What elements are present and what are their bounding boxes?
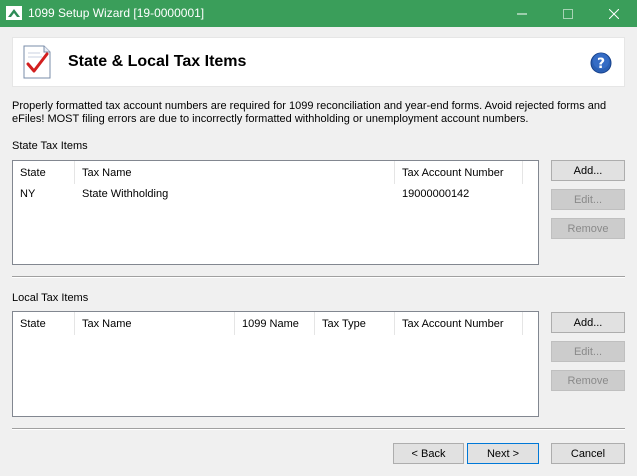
next-button[interactable]: Next >: [467, 443, 539, 464]
state-remove-button[interactable]: Remove: [551, 218, 625, 239]
column-header-tax-account-number[interactable]: Tax Account Number: [395, 312, 523, 335]
state-add-button[interactable]: Add...: [551, 160, 625, 181]
maximize-button[interactable]: [545, 0, 591, 27]
column-header-tax-type[interactable]: Tax Type: [315, 312, 395, 335]
local-add-button[interactable]: Add...: [551, 312, 625, 333]
state-tax-items-label: State Tax Items: [12, 140, 88, 152]
back-button[interactable]: < Back: [393, 443, 464, 464]
row-tax-account-number: 19000000142: [402, 188, 470, 200]
svg-text:?: ?: [597, 56, 605, 72]
app-logo-icon: [6, 6, 22, 20]
title-bar[interactable]: 1099 Setup Wizard [19-0000001]: [0, 0, 637, 27]
cancel-button[interactable]: Cancel: [551, 443, 625, 464]
close-button[interactable]: [591, 0, 637, 27]
checklist-icon: [23, 45, 51, 79]
state-tax-items-list[interactable]: State Tax Name Tax Account Number NY Sta…: [12, 160, 539, 265]
column-header-tax-account-number[interactable]: Tax Account Number: [395, 161, 523, 184]
maximize-icon: [563, 8, 573, 19]
row-state: NY: [20, 188, 36, 200]
column-header-tax-name[interactable]: Tax Name: [75, 312, 235, 335]
minimize-icon: [517, 13, 527, 14]
local-remove-button[interactable]: Remove: [551, 370, 625, 391]
column-header-state[interactable]: State: [13, 312, 75, 335]
intro-text: Properly formatted tax account numbers a…: [12, 100, 607, 125]
minimize-button[interactable]: [499, 0, 545, 27]
footer-divider: [12, 428, 625, 430]
column-header-tax-name[interactable]: Tax Name: [75, 161, 395, 184]
wizard-header: State & Local Tax Items ?: [12, 37, 625, 87]
local-tax-items-label: Local Tax Items: [12, 292, 89, 304]
local-tax-items-list[interactable]: State Tax Name 1099 Name Tax Type Tax Ac…: [12, 311, 539, 417]
state-edit-button[interactable]: Edit...: [551, 189, 625, 210]
row-tax-name: State Withholding: [82, 188, 169, 200]
close-icon: [609, 8, 619, 19]
page-title: State & Local Tax Items: [68, 53, 247, 70]
column-header-state[interactable]: State: [13, 161, 75, 184]
column-header-1099-name[interactable]: 1099 Name: [235, 312, 315, 335]
local-edit-button[interactable]: Edit...: [551, 341, 625, 362]
table-row[interactable]: NY State Withholding 19000000142: [13, 186, 538, 204]
window-title: 1099 Setup Wizard [19-0000001]: [28, 6, 205, 20]
section-divider: [12, 276, 625, 278]
help-icon[interactable]: ?: [590, 52, 612, 74]
